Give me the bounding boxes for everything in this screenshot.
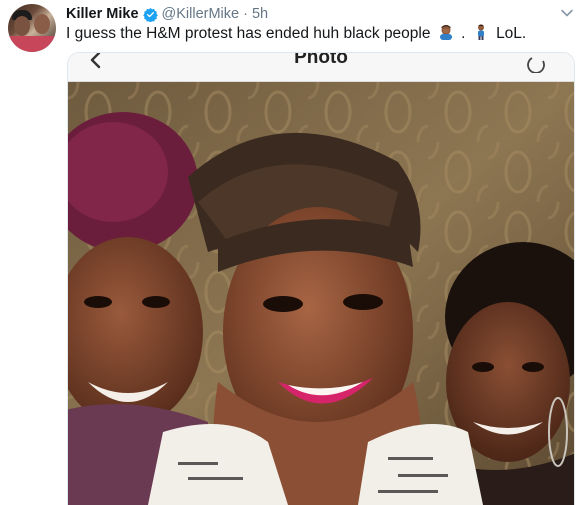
avatar[interactable] [8,4,56,52]
refresh-icon [527,57,545,73]
tweet-header: Killer Mike @KillerMike · 5h [66,4,268,24]
avatar-shirt [8,36,56,52]
verified-badge-icon [142,7,158,22]
man-standing-emoji [477,24,484,40]
tweet[interactable]: Killer Mike @KillerMike · 5h I guess the… [0,0,582,505]
photo-header-bar: Photo [68,53,574,82]
tweet-text-main: I guess the H&M protest has ended huh bl… [66,25,431,42]
avatar-face-left [14,16,30,36]
tweet-time[interactable]: 5h [252,6,268,22]
tweet-text-mid: . [461,25,466,42]
avatar-face-right [34,14,50,34]
chevron-down-icon[interactable] [560,6,574,20]
man-facepalming-emoji [439,25,452,40]
separator-dot: · [243,6,248,22]
author-handle[interactable]: @KillerMike [162,6,240,22]
tweet-media[interactable]: Photo [67,52,575,505]
tweet-text-end: LoL. [496,25,527,42]
tweet-text: I guess the H&M protest has ended huh bl… [66,24,526,43]
photo-header-title: Photo [294,52,348,68]
author-name[interactable]: Killer Mike [66,6,139,22]
selfie-photo [68,82,574,505]
